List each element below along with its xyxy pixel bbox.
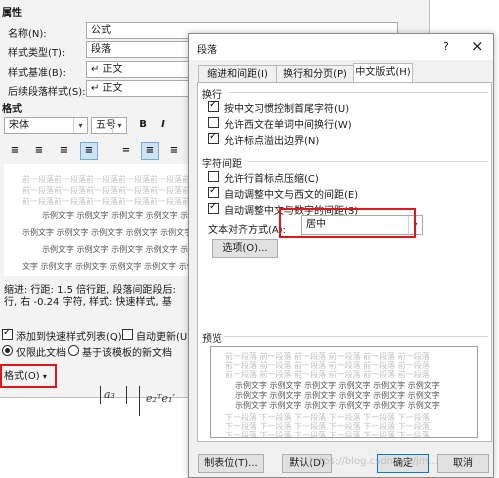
char-spacing-section-title: 字符间距 xyxy=(202,159,242,170)
size-select[interactable]: 五号 ▾ xyxy=(91,117,127,134)
only-this-doc-radio[interactable] xyxy=(2,345,13,356)
style-description: 行, 右 -0.24 字符, 样式: 快速样式, 基 xyxy=(4,297,172,308)
highlight-box-align xyxy=(279,208,416,238)
highlight-box-format xyxy=(0,364,57,388)
next-style-value: ↵ 正文 xyxy=(91,83,123,94)
style-preview: 前一段落前一段落前一段落前一段落前一段落前一段落前一段落前一段落前一段落前一段落… xyxy=(4,164,194,276)
text-align-label: 文本对齐方式(A): xyxy=(208,225,287,236)
preview-prev-paragraph: 前一段落前一段落前一段落前一段落前一段落前一段落前一段落前一段落前一段落前一段落… xyxy=(22,175,194,184)
auto-number-checkbox[interactable] xyxy=(208,201,219,214)
name-label: 名称(N): xyxy=(8,29,47,40)
divider xyxy=(248,161,488,162)
close-icon[interactable]: × xyxy=(471,37,484,55)
math-bracket xyxy=(100,386,101,404)
auto-update-label: 自动更新(U) xyxy=(136,332,192,343)
tab-chinese-typography[interactable]: 中文版式(H) xyxy=(353,63,413,83)
tab-panel: 换行 按中文习惯控制首尾字符(U) 允许西文在单词中间换行(W) 允许标点溢出边… xyxy=(197,82,492,442)
preview-prev-paragraph: 前一段落前一段落前一段落前一段落前一段落前一段落前一段落前一段落前一段落前一段落… xyxy=(22,186,194,195)
preview-sample-line: 示例文字 示例文字 示例文字 示例文字 示例文字 xyxy=(42,211,194,220)
preview-sample-line: 文字 示例文字 示例文字 示例文字 示例文字 示例文字 示例文字 示例 xyxy=(22,262,194,271)
dialog-title: 段落 xyxy=(197,45,217,56)
paragraph-preview: 前一段落 前一段落 前一段落 前一段落 前一段落 前一段落 前一段落 前一段落 … xyxy=(210,346,478,438)
next-style-label: 后续段落样式(S): xyxy=(8,87,86,98)
add-quick-style-label: 添加到快速样式列表(Q) xyxy=(16,332,122,343)
format-section-title: 格式 xyxy=(2,104,22,115)
preview-sample-line: 示例文字 示例文字 示例文字 示例文字 示例文字 xyxy=(42,245,194,254)
compress-label: 允许行首标点压缩(C) xyxy=(224,174,319,185)
style-base-label: 样式基准(B): xyxy=(8,68,67,79)
divider xyxy=(224,336,488,337)
chevron-down-icon: ▾ xyxy=(73,118,87,133)
tab-line-page-break[interactable]: 换行和分页(P) xyxy=(276,65,354,83)
font-select[interactable]: 宋体 ▾ xyxy=(4,117,88,134)
property-section-title: 属性 xyxy=(2,8,22,19)
style-type-value: 段落 xyxy=(91,44,111,55)
auto-western-label: 自动调整中文与西文的间距(E) xyxy=(224,190,359,201)
auto-update-checkbox[interactable] xyxy=(122,329,133,340)
math-e2e1: e₂ᵀe₁′ xyxy=(146,392,175,405)
new-template-radio[interactable] xyxy=(68,345,79,356)
help-icon[interactable]: ? xyxy=(443,40,449,53)
divider xyxy=(228,92,488,93)
preview-sample-line: 示例文字 示例文字 示例文字 示例文字 示例文字 示例文字 xyxy=(235,401,440,410)
align-left-icon[interactable]: ≡ xyxy=(6,142,24,160)
preview-section-title: 预览 xyxy=(202,334,222,345)
italic-button[interactable]: I xyxy=(154,116,172,134)
chevron-down-icon: ▾ xyxy=(112,118,126,133)
line-spacing-single-icon[interactable]: = xyxy=(117,142,135,160)
align-center-icon[interactable]: ≡ xyxy=(30,142,48,160)
compress-checkbox[interactable] xyxy=(208,171,219,182)
align-right-icon[interactable]: ≡ xyxy=(55,142,73,160)
rules-label: 按中文习惯控制首尾字符(U) xyxy=(224,104,350,115)
hanging-punct-label: 允许标点溢出边界(N) xyxy=(224,136,320,147)
auto-western-checkbox[interactable] xyxy=(208,185,219,198)
rules-checkbox[interactable] xyxy=(208,99,219,112)
wordwrap-checkbox[interactable] xyxy=(208,117,219,128)
tab-indent-spacing[interactable]: 缩进和间距(I) xyxy=(198,65,277,83)
line-spacing-onehalf-icon[interactable]: ≡ xyxy=(141,142,159,160)
preview-prev-paragraph: 前一段落前一段落前一段落前一段落前一段落前一段落前一段落前一段落前一段落前一段落… xyxy=(22,197,194,206)
paragraph-dialog: 段落 ? × 缩进和间距(I) 换行和分页(P) 中文版式(H) 换行 按中文习… xyxy=(188,33,494,478)
math-bracket xyxy=(139,386,140,416)
dialog-titlebar: 段落 ? × xyxy=(189,34,493,60)
hanging-punct-checkbox[interactable] xyxy=(208,131,219,144)
options-button[interactable]: 选项(O)... xyxy=(212,239,278,258)
style-base-value: ↵ 正文 xyxy=(91,64,123,75)
bold-button[interactable]: B xyxy=(134,116,152,134)
only-this-doc-label: 仅限此文档 xyxy=(16,348,66,359)
preview-sample-line: 示例文字 示例文字 示例文字 示例文字 示例文字 示例文字 示例文字 xyxy=(22,228,194,237)
line-spacing-double-icon[interactable]: ≡ xyxy=(165,142,183,160)
preview-next-paragraph: 下一段落 下一段落 下一段落 下一段落 下一段落 下一段落 xyxy=(225,431,430,438)
new-template-label: 基于该模板的新文档 xyxy=(82,348,172,359)
watermark: https://blog.csdn.net/jm... xyxy=(309,456,439,467)
add-quick-style-checkbox[interactable] xyxy=(2,327,13,340)
math-bracket xyxy=(126,386,127,404)
tabs-button[interactable]: 制表位(T)... xyxy=(198,454,264,473)
font-value: 宋体 xyxy=(9,120,29,131)
align-justify-icon[interactable]: ≡ xyxy=(80,142,98,160)
cancel-button[interactable]: 取消 xyxy=(437,454,489,473)
wordwrap-label: 允许西文在单词中间换行(W) xyxy=(224,120,352,131)
math-a3: a₃ xyxy=(104,388,115,401)
style-type-label: 样式类型(T): xyxy=(8,48,66,59)
preview-prev-paragraph: 前一段落 前一段落 前一段落 前一段落 前一段落 前一段落 xyxy=(225,370,430,379)
